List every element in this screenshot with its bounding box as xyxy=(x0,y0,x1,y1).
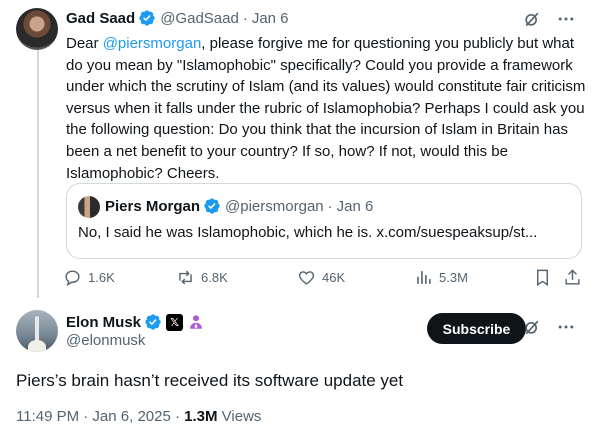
share-icon xyxy=(565,269,580,285)
separator-dot: · xyxy=(242,9,248,27)
avatar-elon-musk[interactable] xyxy=(16,310,58,352)
repost-icon xyxy=(179,270,192,285)
quoted-tweet-header: Piers Morgan @piersmorgan · Jan 6 xyxy=(105,197,373,215)
grok-icon[interactable] xyxy=(522,317,542,337)
more-icon[interactable] xyxy=(556,9,576,29)
x-affiliate-badge-icon[interactable]: 𝕏 xyxy=(166,313,184,331)
quoted-tweet-text: No, I said he was Islamophobic, which he… xyxy=(78,224,538,241)
reply-icon xyxy=(65,270,80,287)
rocket-plume-shape xyxy=(28,340,46,352)
tweet-time[interactable]: Jan 6 xyxy=(252,10,289,27)
views-label: Views xyxy=(217,408,262,425)
repost-count: 6.8K xyxy=(201,270,228,285)
quoted-tweet[interactable]: Piers Morgan @piersmorgan · Jan 6 No, I … xyxy=(66,183,582,259)
grok-icon[interactable] xyxy=(522,9,542,29)
verified-badge-icon xyxy=(204,198,220,214)
text-body: , please forgive me for questioning you … xyxy=(66,35,586,182)
author-name[interactable]: Elon Musk xyxy=(66,314,141,331)
action-bar: 1.6K 6.8K 46K 5.3M xyxy=(63,268,585,288)
main-tweet-tools xyxy=(522,317,576,337)
author-handle[interactable]: @GadSaad xyxy=(160,10,239,27)
author-name[interactable]: Gad Saad xyxy=(66,10,135,27)
quoted-author-name: Piers Morgan xyxy=(105,197,201,215)
quoted-time: Jan 6 xyxy=(336,197,374,215)
thread-line xyxy=(37,46,39,298)
main-tweet-author: Elon Musk 𝕏 xyxy=(66,313,205,331)
subscribe-button[interactable]: Subscribe xyxy=(427,313,526,344)
reply-tweet-text: Dear @piersmorgan, please forgive me for… xyxy=(66,33,586,184)
views-button[interactable]: 5.3M xyxy=(414,268,468,287)
more-icon[interactable] xyxy=(556,317,576,337)
avatar-piers-morgan xyxy=(78,196,100,218)
main-tweet-text: Piers’s brain hasn’t received its softwa… xyxy=(16,371,404,390)
reply-tweet-header: Gad Saad @GadSaad · Jan 6 xyxy=(66,8,289,28)
reply-count: 1.6K xyxy=(88,270,115,285)
repost-button[interactable]: 6.8K xyxy=(176,268,228,287)
tweet-timestamp[interactable]: 11:49 PM · Jan 6, 2025 · xyxy=(16,408,184,425)
reply-button[interactable]: 1.6K xyxy=(63,268,115,287)
verified-badge-icon xyxy=(145,314,161,330)
views-total: 1.3M xyxy=(184,408,218,425)
author-handle[interactable]: @elonmusk xyxy=(66,332,145,349)
like-count: 46K xyxy=(322,270,346,285)
views-icon xyxy=(417,271,431,284)
avatar-gad-saad[interactable] xyxy=(16,8,58,50)
verified-badge-icon xyxy=(139,10,155,26)
bookmark-button[interactable] xyxy=(533,268,552,287)
reply-tweet-tools xyxy=(522,9,576,29)
tweet-meta: 11:49 PM · Jan 6, 2025 · 1.3M Views xyxy=(16,408,261,425)
quoted-author-handle: @piersmorgan xyxy=(225,197,324,215)
text-prefix: Dear xyxy=(66,35,103,52)
separator-dot: · xyxy=(327,197,333,215)
like-icon xyxy=(298,271,315,285)
doge-affiliate-badge-icon[interactable] xyxy=(187,313,205,331)
share-button[interactable] xyxy=(563,268,582,287)
like-button[interactable]: 46K xyxy=(297,268,345,287)
views-count: 5.3M xyxy=(439,270,468,285)
bookmark-icon xyxy=(537,269,548,286)
mention-link[interactable]: @piersmorgan xyxy=(103,35,202,52)
